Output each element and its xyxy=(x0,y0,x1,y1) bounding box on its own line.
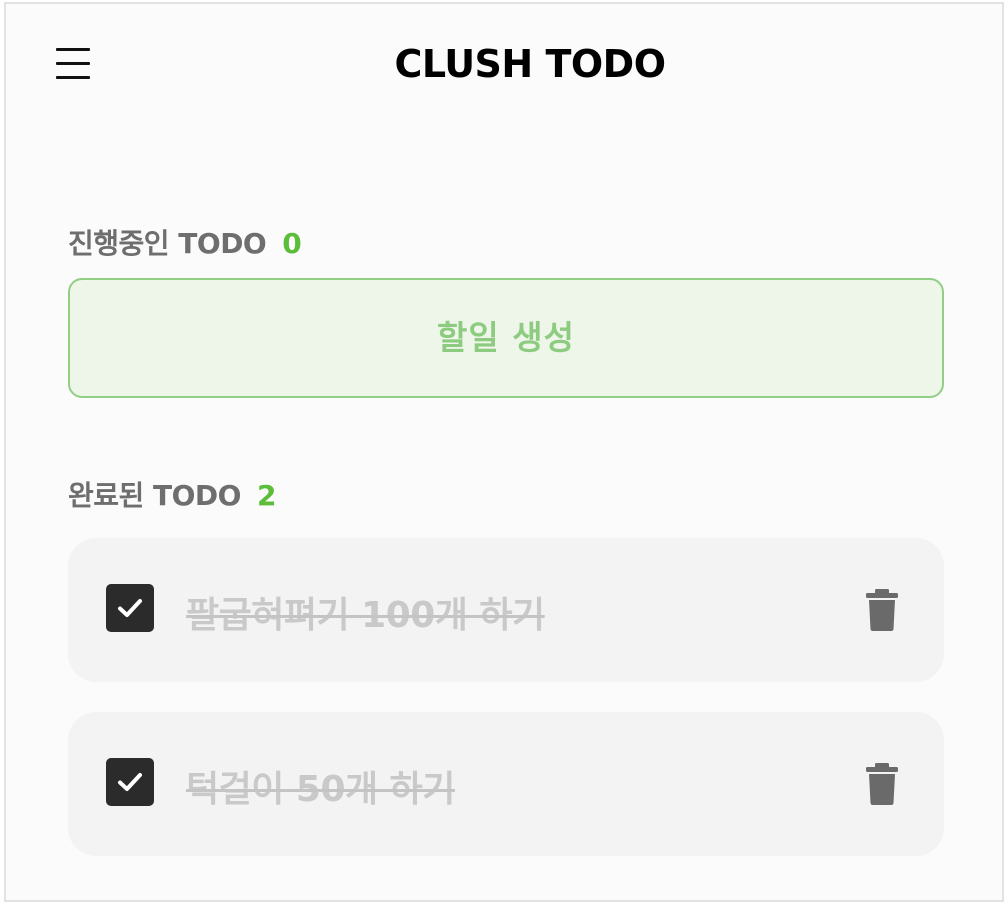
check-icon xyxy=(118,599,142,617)
todo-checkbox[interactable] xyxy=(106,584,154,632)
create-todo-button[interactable]: 할일 생성 xyxy=(68,278,944,398)
todo-text: 팔굽혀펴기 100개 하기 xyxy=(186,595,545,636)
in-progress-heading-label: 진행중인 TODO xyxy=(68,227,267,260)
check-icon xyxy=(118,773,142,791)
app-header: CLUSH TODO xyxy=(6,4,1002,129)
trash-icon[interactable] xyxy=(864,762,900,806)
completed-heading-label: 완료된 TODO xyxy=(68,479,241,512)
todo-text: 턱걸이 50개 하기 xyxy=(186,769,455,810)
page-title: CLUSH TODO xyxy=(394,42,666,86)
in-progress-heading: 진행중인 TODO 0 xyxy=(68,222,302,262)
completed-heading: 완료된 TODO 2 xyxy=(68,474,276,514)
app-frame: CLUSH TODO 진행중인 TODO 0 할일 생성 완료된 TODO 2 팔굽… xyxy=(4,2,1004,902)
completed-count: 2 xyxy=(256,479,276,512)
trash-icon[interactable] xyxy=(864,588,900,632)
todo-item: 팔굽혀펴기 100개 하기 xyxy=(68,538,944,682)
todo-checkbox[interactable] xyxy=(106,758,154,806)
in-progress-count: 0 xyxy=(282,227,302,260)
todo-item: 턱걸이 50개 하기 xyxy=(68,712,944,856)
